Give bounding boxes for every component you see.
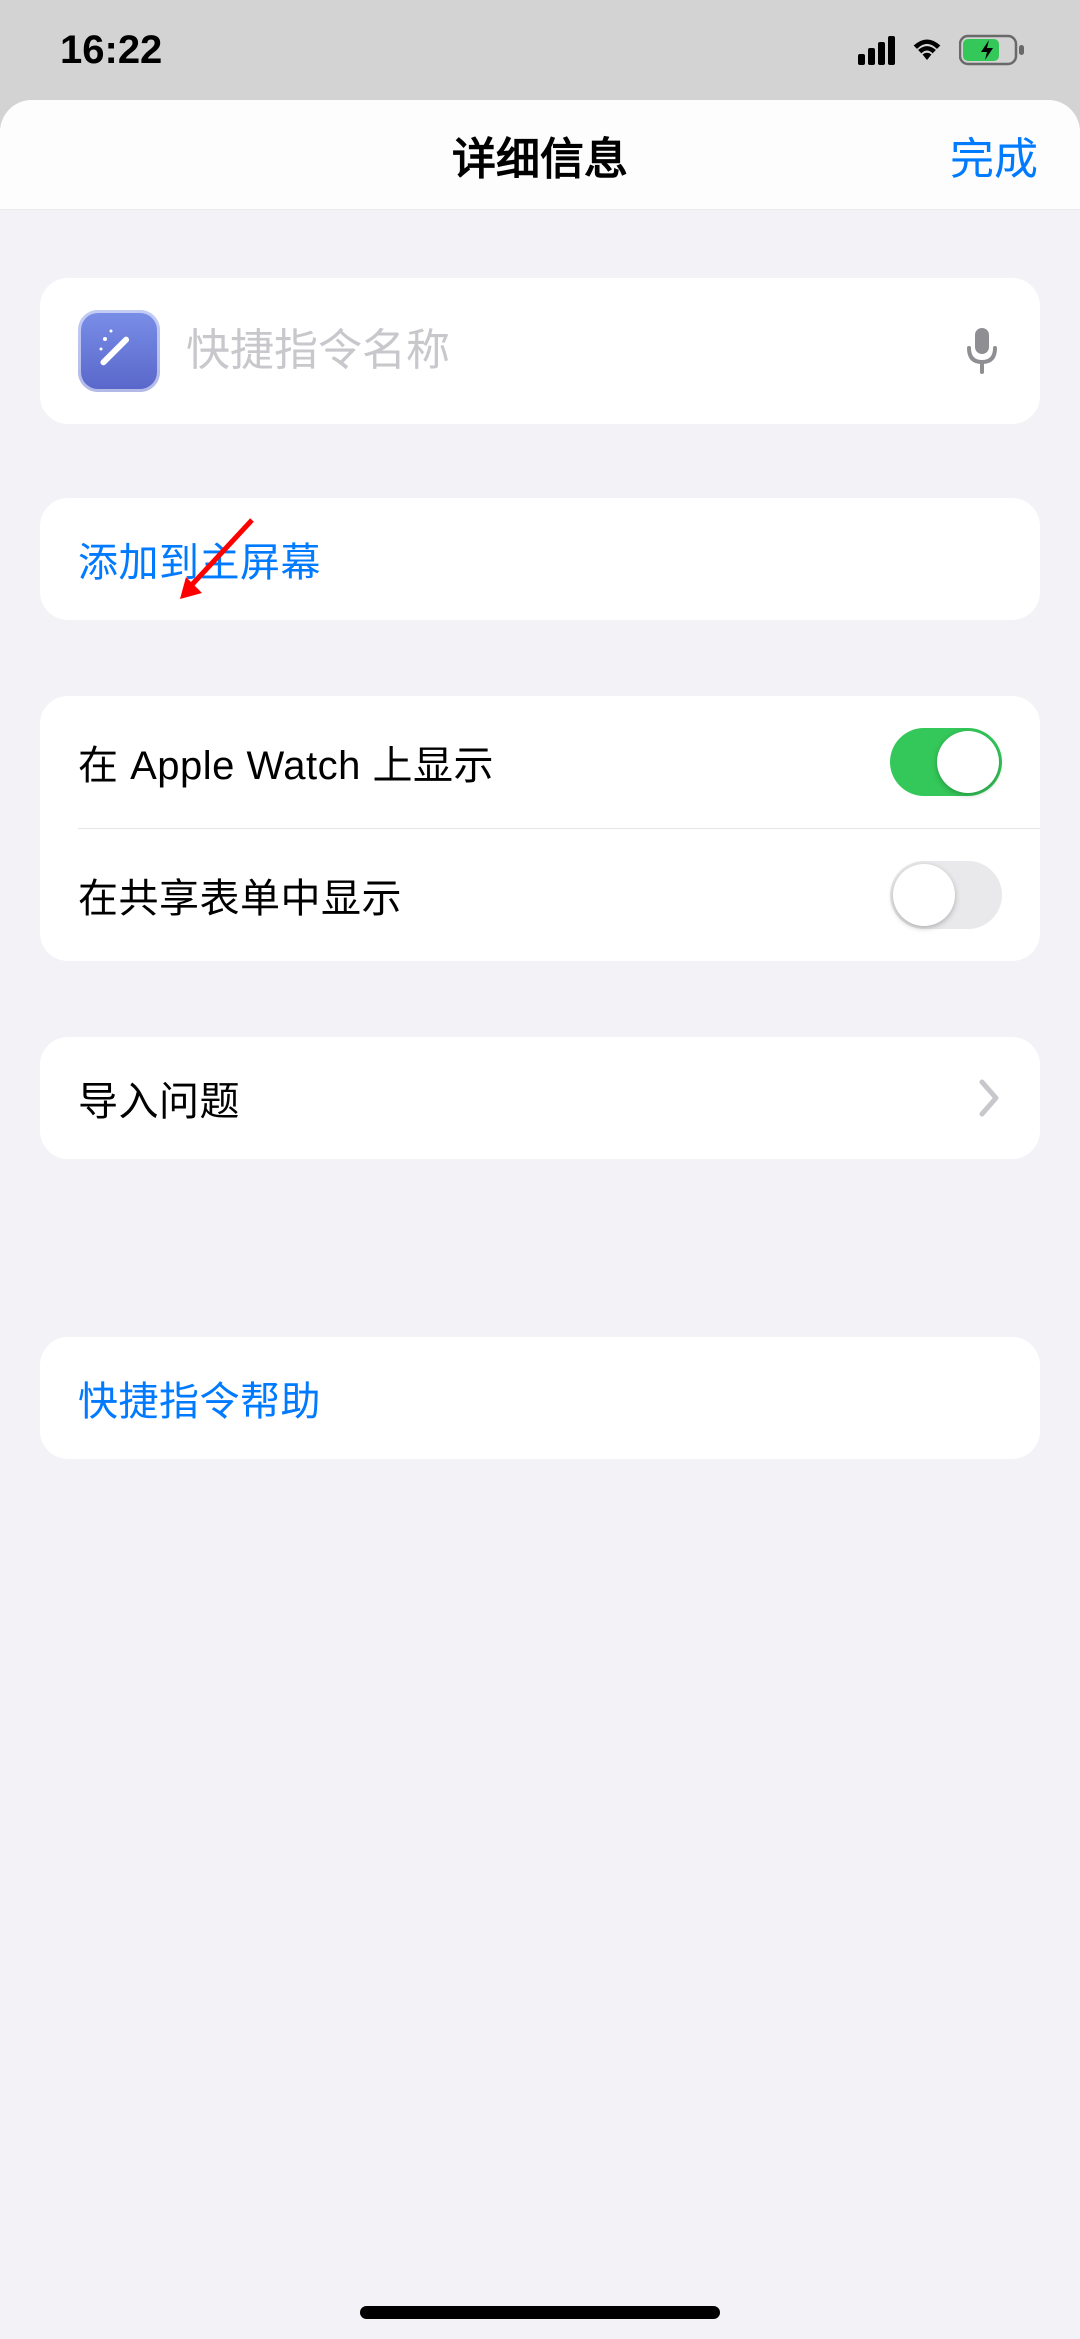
chevron-right-icon (978, 1078, 1002, 1118)
shortcut-app-icon[interactable] (78, 310, 160, 392)
home-indicator[interactable] (360, 2306, 720, 2319)
wifi-icon (907, 35, 947, 65)
content-area: 添加到主屏幕 在 Apple Watch 上显示 在共享表单中显示 导入问题 (0, 278, 1080, 1459)
apple-watch-label: 在 Apple Watch 上显示 (78, 733, 890, 791)
share-sheet-label: 在共享表单中显示 (78, 866, 890, 924)
shortcut-help-label: 快捷指令帮助 (78, 1369, 1002, 1427)
shortcut-name-row (40, 278, 1040, 424)
shortcut-name-input[interactable] (186, 326, 936, 376)
navigation-bar: 详细信息 完成 (0, 100, 1080, 210)
battery-charging-icon (959, 34, 1025, 66)
magic-wand-icon (95, 327, 143, 375)
add-to-home-screen-label: 添加到主屏幕 (78, 530, 1002, 588)
cellular-signal-icon (858, 36, 895, 65)
status-bar: 16:22 (0, 0, 1080, 100)
status-time: 16:22 (60, 28, 162, 73)
import-questions-label: 导入问题 (78, 1069, 978, 1127)
page-title: 详细信息 (452, 123, 628, 187)
done-button[interactable]: 完成 (950, 123, 1038, 187)
shortcut-help-button[interactable]: 快捷指令帮助 (40, 1337, 1040, 1459)
add-to-home-screen-button[interactable]: 添加到主屏幕 (40, 498, 1040, 620)
import-questions-button[interactable]: 导入问题 (40, 1037, 1040, 1159)
apple-watch-toggle-row: 在 Apple Watch 上显示 (40, 696, 1040, 828)
apple-watch-toggle[interactable] (890, 728, 1002, 796)
share-sheet-toggle-row: 在共享表单中显示 (40, 829, 1040, 961)
microphone-icon[interactable] (962, 326, 1002, 376)
detail-sheet: 详细信息 完成 (0, 100, 1080, 2339)
toggles-section: 在 Apple Watch 上显示 在共享表单中显示 (40, 696, 1040, 961)
status-icons (858, 34, 1025, 66)
share-sheet-toggle[interactable] (890, 861, 1002, 929)
help-section: 快捷指令帮助 (40, 1337, 1040, 1459)
import-section: 导入问题 (40, 1037, 1040, 1159)
shortcut-name-section (40, 278, 1040, 424)
add-to-homescreen-section: 添加到主屏幕 (40, 498, 1040, 620)
